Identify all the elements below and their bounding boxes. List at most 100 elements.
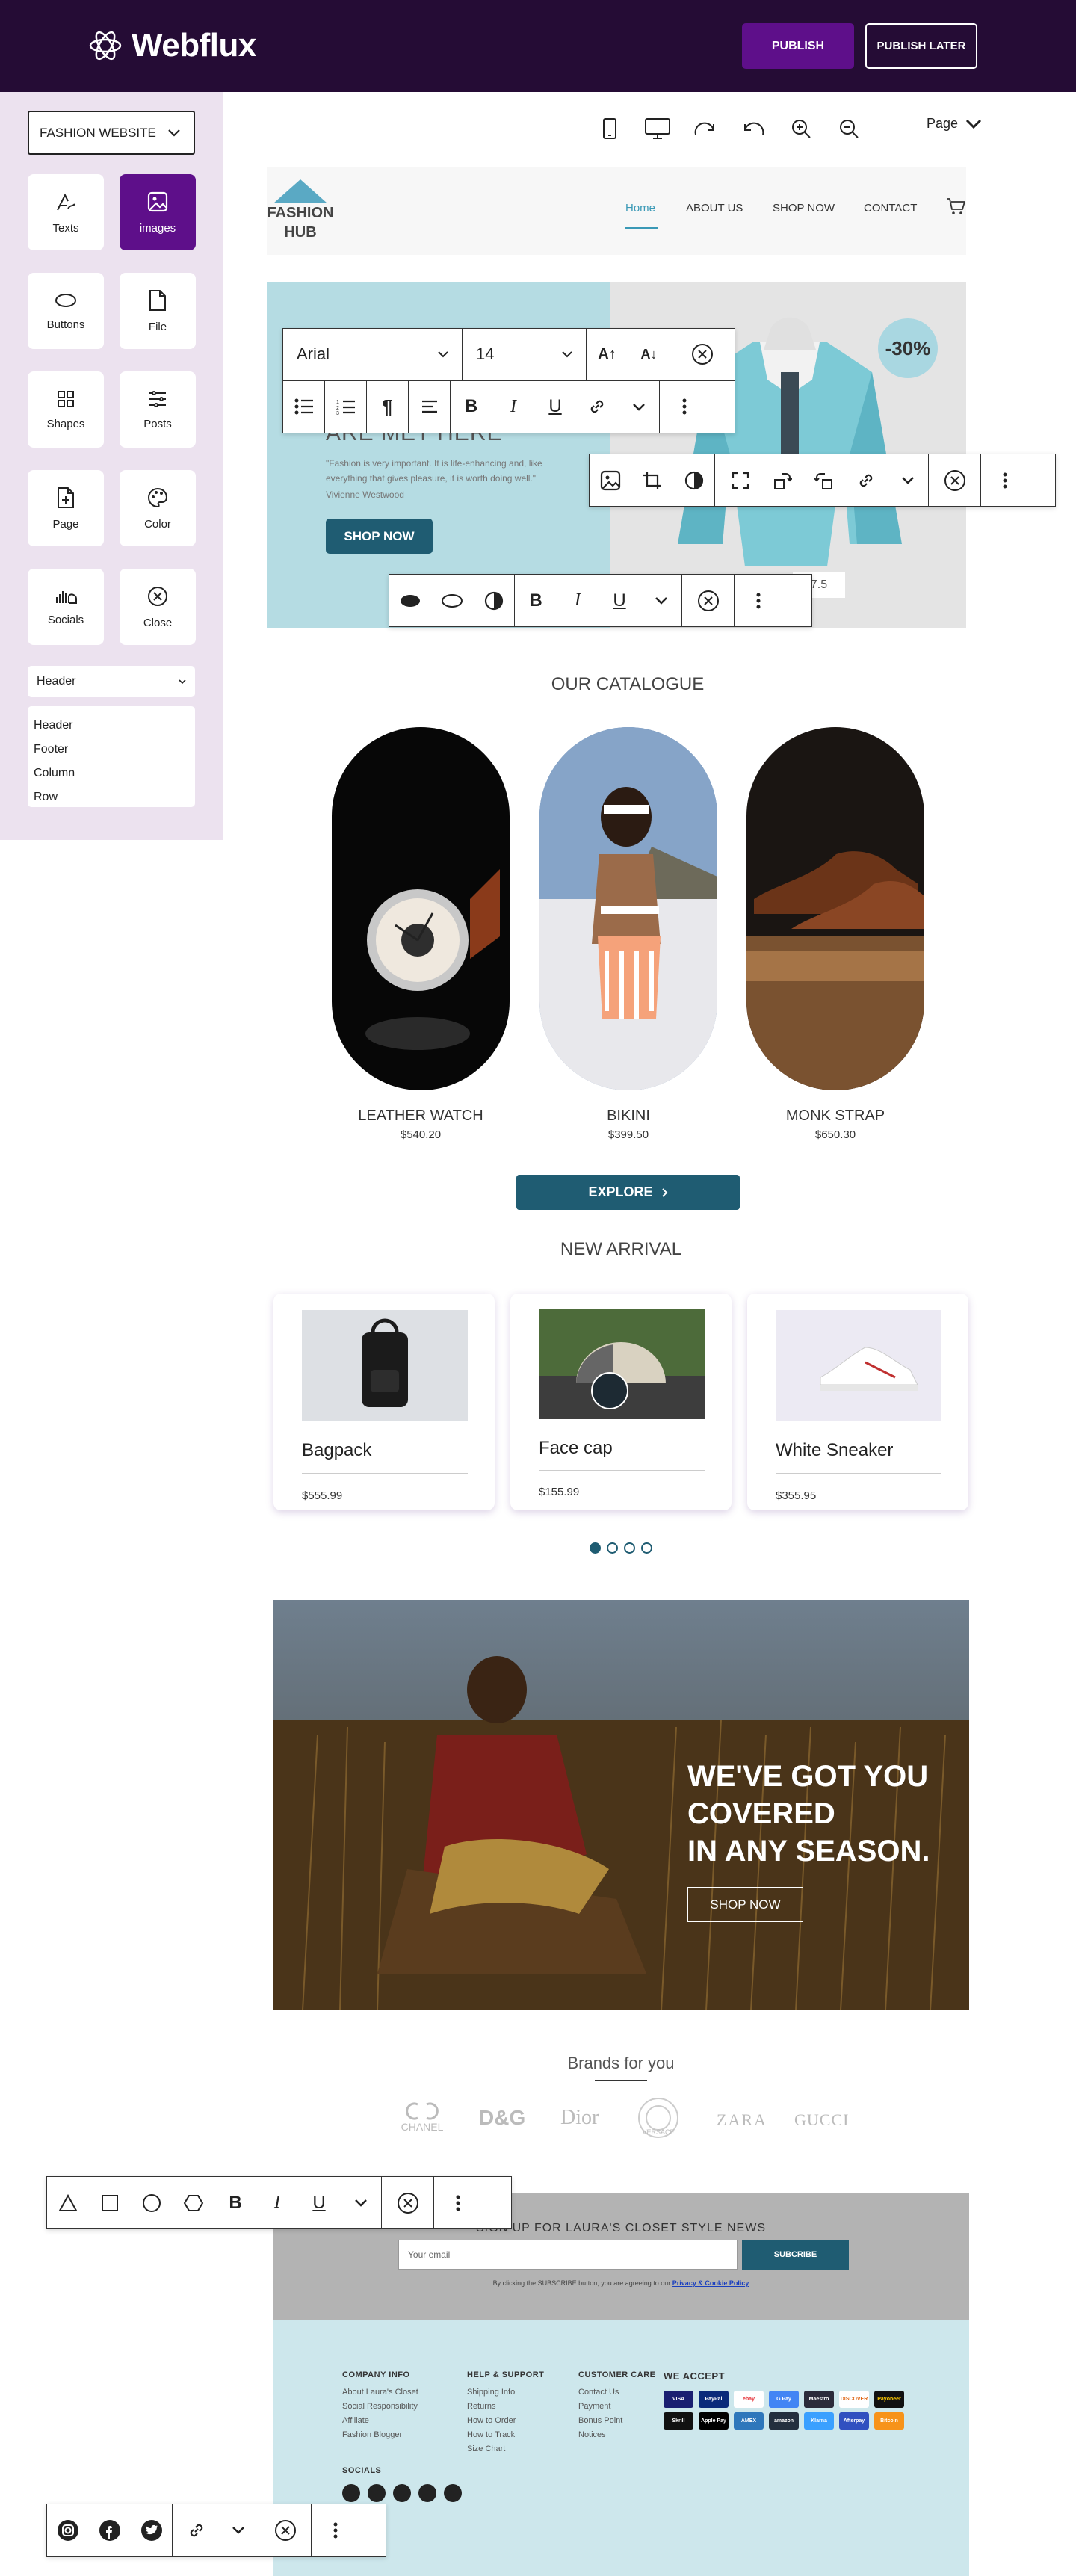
- catalogue-card-watch[interactable]: [332, 727, 510, 1090]
- footer-link[interactable]: Size Chart: [467, 2442, 544, 2456]
- triangle-shape-button[interactable]: [47, 2177, 89, 2228]
- tool-texts[interactable]: Texts: [28, 174, 104, 250]
- footer-link[interactable]: Notices: [578, 2428, 655, 2442]
- nav-about[interactable]: ABOUT US: [686, 202, 743, 214]
- instagram-icon[interactable]: [393, 2484, 411, 2502]
- link-button[interactable]: [576, 381, 618, 433]
- instagram-button[interactable]: [47, 2504, 89, 2556]
- footer-link[interactable]: Returns: [467, 2400, 544, 2414]
- contrast-button[interactable]: [673, 454, 715, 506]
- footer-link[interactable]: Payment: [578, 2400, 655, 2414]
- button-italic[interactable]: I: [557, 575, 599, 626]
- tool-file[interactable]: File: [120, 273, 196, 349]
- more-format-dropdown[interactable]: [618, 380, 660, 433]
- newsletter-email-input[interactable]: Your email: [398, 2240, 738, 2270]
- crop-button[interactable]: [631, 454, 673, 506]
- facebook-button[interactable]: [89, 2504, 131, 2556]
- image-link-button[interactable]: [845, 454, 887, 506]
- close-toolbar-button[interactable]: [670, 329, 735, 380]
- expand-button[interactable]: [720, 454, 761, 506]
- replace-image-button[interactable]: [590, 454, 631, 506]
- button-contrast-button[interactable]: [473, 575, 515, 626]
- outline-style-button[interactable]: [431, 575, 473, 626]
- button-bold[interactable]: B: [515, 575, 557, 626]
- carousel-dot[interactable]: [607, 1542, 618, 1554]
- subscribe-button[interactable]: SUBCRIBE: [742, 2240, 849, 2270]
- nav-shop[interactable]: SHOP NOW: [773, 202, 835, 214]
- carousel-dot[interactable]: [624, 1542, 635, 1554]
- button-close[interactable]: [682, 575, 735, 626]
- image-more-dropdown[interactable]: [887, 454, 929, 506]
- snapchat-icon[interactable]: [444, 2484, 462, 2502]
- font-grow-button[interactable]: A↑: [587, 329, 628, 380]
- tool-posts[interactable]: Posts: [120, 371, 196, 448]
- catalogue-card-shoes[interactable]: [746, 727, 924, 1090]
- font-shrink-button[interactable]: A↓: [628, 329, 670, 380]
- shape-underline[interactable]: U: [298, 2177, 340, 2228]
- brand-dior[interactable]: Dior: [560, 2106, 599, 2130]
- mobile-view-button[interactable]: [586, 111, 634, 146]
- zoom-in-button[interactable]: [777, 111, 825, 146]
- undo-button[interactable]: [729, 111, 777, 146]
- shape-options[interactable]: [434, 2177, 482, 2228]
- image-options-button[interactable]: [981, 454, 1029, 506]
- footer-link[interactable]: Contact Us: [578, 2385, 655, 2400]
- brand-zara[interactable]: ZARA: [717, 2110, 767, 2130]
- social-link-button[interactable]: [176, 2504, 217, 2556]
- twitter-button[interactable]: [131, 2504, 173, 2556]
- shape-bold[interactable]: B: [214, 2177, 256, 2228]
- zoom-out-button[interactable]: [825, 111, 873, 146]
- tool-color[interactable]: Color: [120, 470, 196, 546]
- cart-button[interactable]: [946, 197, 965, 215]
- arrival-card-sneaker[interactable]: White Sneaker $355.95: [747, 1294, 968, 1510]
- button-underline[interactable]: U: [599, 575, 640, 626]
- privacy-policy-link[interactable]: Privacy & Cookie Policy: [672, 2279, 749, 2287]
- more-options-button[interactable]: [660, 381, 709, 433]
- footer-link[interactable]: How to Order: [467, 2414, 544, 2428]
- brand-dg[interactable]: D&G: [479, 2106, 525, 2130]
- font-size-select[interactable]: 14: [463, 329, 587, 380]
- tool-socials[interactable]: Socials: [28, 569, 104, 645]
- site-logo[interactable]: FASHION HUB: [267, 178, 334, 242]
- rotate-left-button[interactable]: [803, 454, 845, 506]
- button-more-dropdown[interactable]: [640, 575, 682, 626]
- hero-shop-now-button[interactable]: SHOP NOW: [326, 519, 433, 554]
- nav-home[interactable]: Home: [625, 202, 655, 214]
- footer-link[interactable]: Bonus Point: [578, 2414, 655, 2428]
- tool-shapes[interactable]: Shapes: [28, 371, 104, 448]
- footer-link[interactable]: Fashion Blogger: [342, 2428, 418, 2442]
- numbered-list-button[interactable]: 123: [325, 380, 367, 433]
- image-close-button[interactable]: [929, 454, 981, 506]
- tool-close[interactable]: Close: [120, 569, 196, 645]
- social-options[interactable]: [312, 2504, 359, 2556]
- project-select[interactable]: FASHION WEBSITE: [28, 111, 195, 155]
- twitter-icon[interactable]: [368, 2484, 386, 2502]
- brand-gucci[interactable]: GUCCI: [794, 2110, 849, 2130]
- section-item-header[interactable]: Header: [34, 714, 189, 738]
- shape-more-dropdown[interactable]: [340, 2177, 382, 2228]
- social-more-dropdown[interactable]: [217, 2504, 259, 2556]
- carousel-dot-active[interactable]: [590, 1542, 601, 1554]
- explore-button[interactable]: EXPLORE: [516, 1175, 740, 1210]
- footer-link[interactable]: Affiliate: [342, 2414, 418, 2428]
- circle-shape-button[interactable]: [131, 2177, 173, 2228]
- site-header[interactable]: [267, 167, 966, 255]
- footer-link[interactable]: Shipping Info: [467, 2385, 544, 2400]
- font-family-select[interactable]: Arial: [283, 329, 463, 380]
- underline-button[interactable]: U: [534, 381, 576, 433]
- paragraph-button[interactable]: ¶: [367, 380, 409, 433]
- page-menu[interactable]: Page: [927, 116, 982, 132]
- tool-page[interactable]: Page: [28, 470, 104, 546]
- arrival-card-facecap[interactable]: Face cap $155.99: [510, 1294, 732, 1510]
- banner-shop-now-button[interactable]: SHOP NOW: [687, 1887, 803, 1922]
- shape-italic[interactable]: I: [256, 2177, 298, 2228]
- facebook-icon[interactable]: [342, 2484, 360, 2502]
- brand-versace[interactable]: VERSACE: [637, 2097, 679, 2138]
- app-logo[interactable]: Webflux: [88, 27, 256, 64]
- italic-button[interactable]: I: [492, 381, 534, 433]
- square-shape-button[interactable]: [89, 2177, 131, 2228]
- filled-style-button[interactable]: [389, 575, 431, 626]
- bold-button[interactable]: B: [451, 380, 492, 433]
- arrival-card-bagpack[interactable]: Bagpack $555.99: [273, 1294, 495, 1510]
- section-item-column[interactable]: Column: [34, 762, 189, 785]
